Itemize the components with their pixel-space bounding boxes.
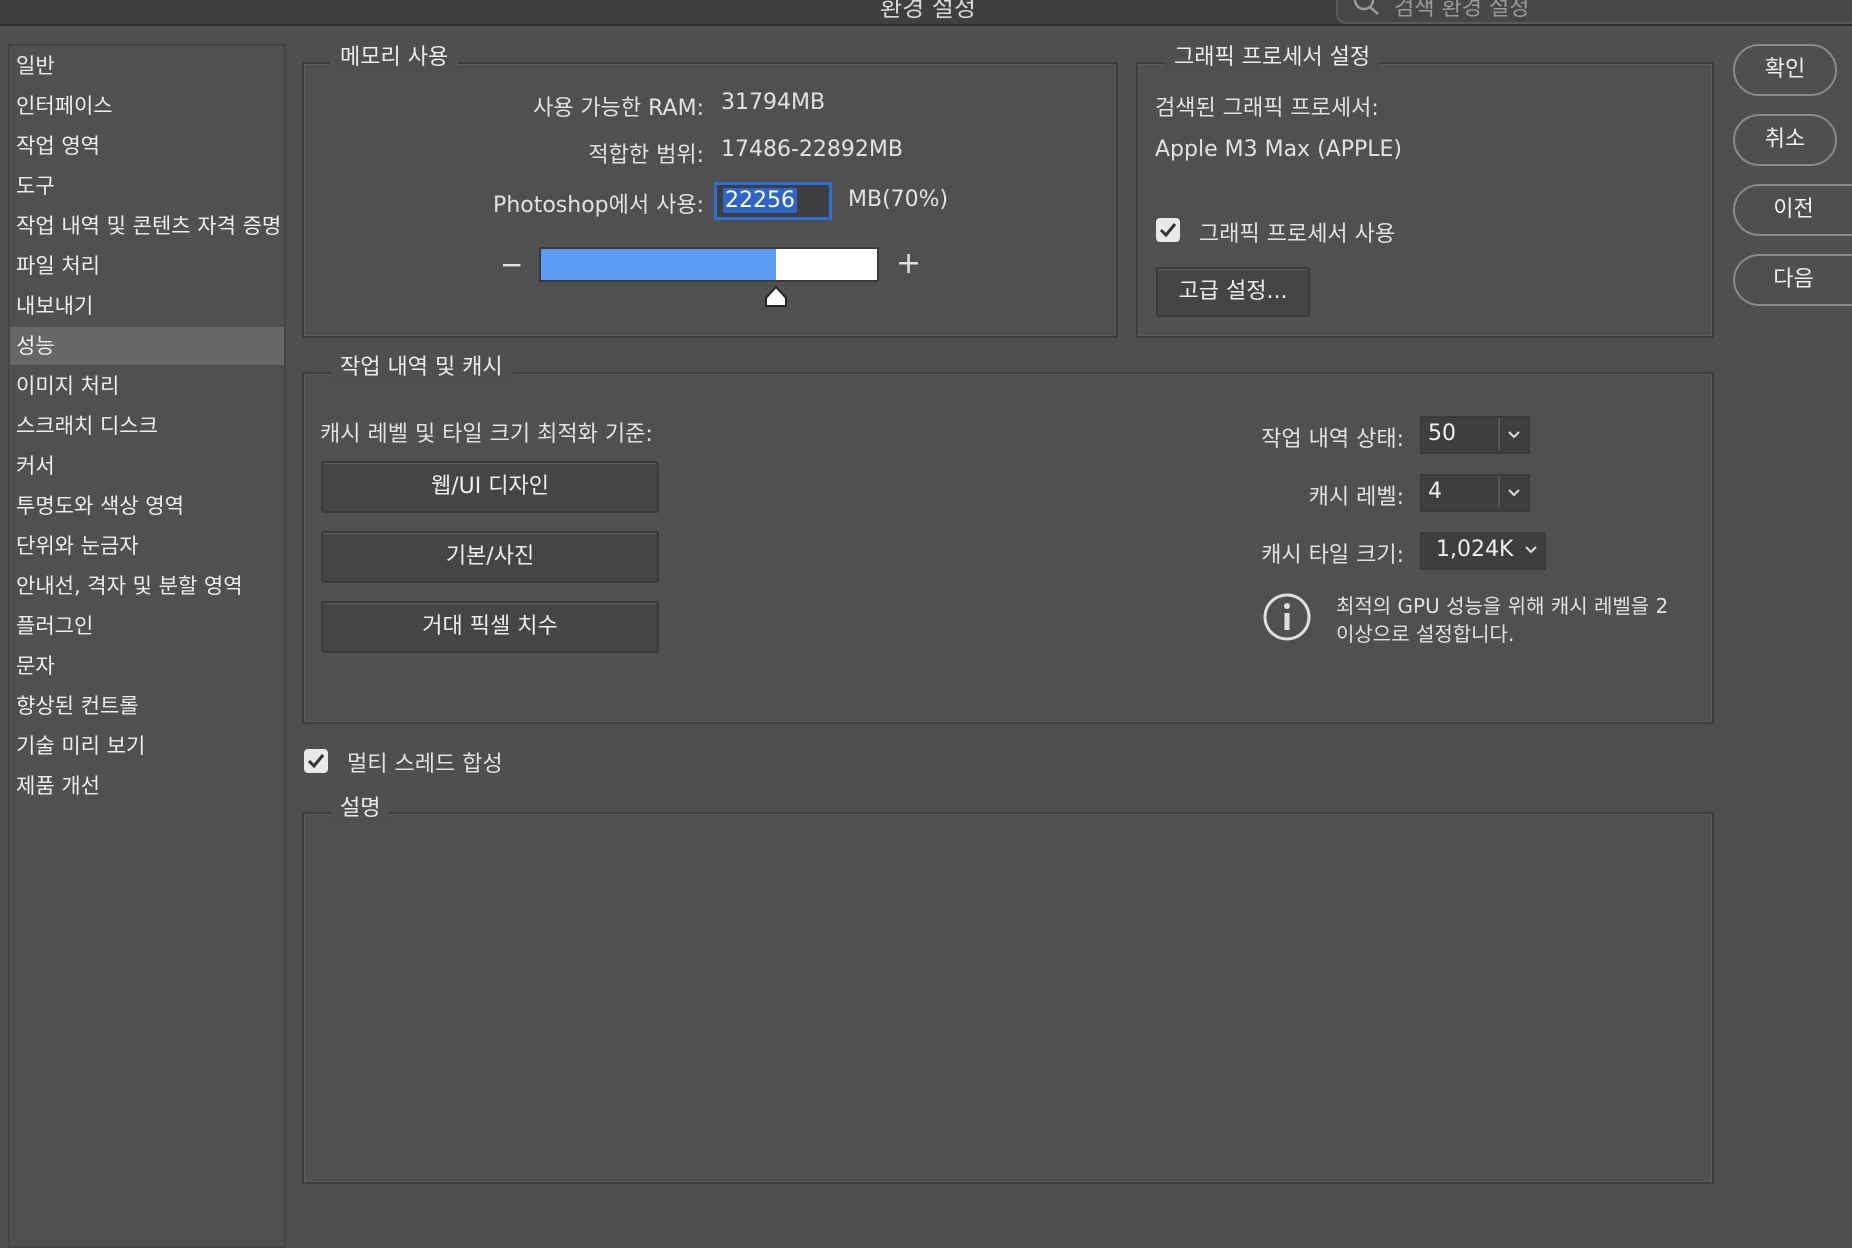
cache-levels-label: 캐시 레벨: xyxy=(1308,485,1404,510)
sidebar-item-file-handling[interactable]: 파일 처리 xyxy=(10,247,284,285)
memory-use-suffix: MB(70%) xyxy=(848,187,949,212)
next-button[interactable]: 다음 xyxy=(1733,254,1852,306)
available-ram-label: 사용 가능한 RAM: xyxy=(532,96,704,121)
memory-slider-fill xyxy=(541,249,776,280)
cache-tile-size-select[interactable]: 1,024K xyxy=(1420,532,1546,570)
sidebar-item-workspace[interactable]: 작업 영역 xyxy=(10,127,284,165)
cache-levels-select[interactable]: 4 xyxy=(1420,474,1530,512)
sidebar-item-scratch-disks[interactable]: 스크래치 디스크 xyxy=(10,407,284,445)
advanced-settings-button[interactable]: 고급 설정... xyxy=(1156,267,1310,317)
memory-use-input[interactable]: 22256 xyxy=(714,182,832,220)
description-group xyxy=(302,812,1714,1184)
search-field[interactable]: 검색 환경 설정 xyxy=(1336,0,1852,24)
sidebar-item-general[interactable]: 일반 xyxy=(10,47,284,85)
cache-tile-size-value: 1,024K xyxy=(1436,537,1514,562)
sidebar-item-guides-grid[interactable]: 안내선, 격자 및 분할 영역 xyxy=(10,567,284,605)
sidebar-item-tools[interactable]: 도구 xyxy=(10,167,284,205)
cache-levels-value: 4 xyxy=(1428,479,1442,504)
sidebar-item-cursors[interactable]: 커서 xyxy=(10,447,284,485)
cancel-button[interactable]: 취소 xyxy=(1733,114,1837,166)
multithread-checkbox[interactable] xyxy=(304,749,328,773)
cache-tile-size-label: 캐시 타일 크기: xyxy=(1261,543,1404,568)
history-states-label: 작업 내역 상태: xyxy=(1261,427,1404,452)
ok-button[interactable]: 확인 xyxy=(1733,44,1837,96)
memory-use-value: 22256 xyxy=(723,188,797,213)
memory-slider-track[interactable] xyxy=(539,247,879,282)
web-ui-design-button[interactable]: 웹/UI 디자인 xyxy=(321,461,659,513)
use-gpu-label: 그래픽 프로세서 사용 xyxy=(1199,222,1396,247)
description-legend: 설명 xyxy=(330,795,391,823)
ideal-range-label: 적합한 범위: xyxy=(588,143,704,168)
info-text-line-2: 이상으로 설정합니다. xyxy=(1336,622,1515,646)
sidebar-item-enhanced-controls[interactable]: 향상된 컨트롤 xyxy=(10,687,284,725)
chevron-down-icon xyxy=(1525,546,1537,554)
photoshop-use-label: Photoshop에서 사용: xyxy=(493,193,704,218)
title-bar: 환경 설정 검색 환경 설정 xyxy=(0,0,1852,26)
sidebar-item-history-credentials[interactable]: 작업 내역 및 콘텐츠 자격 증명 xyxy=(10,207,284,245)
info-icon xyxy=(1263,593,1311,641)
search-icon xyxy=(1353,0,1379,15)
detected-gpu-label: 검색된 그래픽 프로세서: xyxy=(1155,96,1379,121)
info-text-line-1: 최적의 GPU 성능을 위해 캐시 레벨을 2 xyxy=(1336,594,1669,618)
history-states-value: 50 xyxy=(1428,421,1456,446)
memory-slider-thumb[interactable] xyxy=(763,285,789,309)
chevron-down-icon xyxy=(1498,418,1528,450)
sidebar-item-image-processing[interactable]: 이미지 처리 xyxy=(10,367,284,405)
sidebar-item-transparency-gamut[interactable]: 투명도와 색상 영역 xyxy=(10,487,284,525)
preferences-sidebar: 일반 인터페이스 작업 영역 도구 작업 내역 및 콘텐츠 자격 증명 파일 처… xyxy=(8,44,286,1248)
multithread-label: 멀티 스레드 합성 xyxy=(347,752,503,777)
use-gpu-checkbox[interactable] xyxy=(1156,218,1180,242)
prev-button[interactable]: 이전 xyxy=(1733,184,1852,236)
chevron-down-icon xyxy=(1498,476,1528,508)
detected-gpu-value: Apple M3 Max (APPLE) xyxy=(1155,137,1402,162)
search-placeholder: 검색 환경 설정 xyxy=(1394,0,1530,21)
sidebar-item-type[interactable]: 문자 xyxy=(10,647,284,685)
checkmark-icon xyxy=(307,754,325,769)
history-states-select[interactable]: 50 xyxy=(1420,416,1530,454)
sidebar-item-units-rulers[interactable]: 단위와 눈금자 xyxy=(10,527,284,565)
decrease-memory-button[interactable]: − xyxy=(500,248,523,281)
memory-usage-legend: 메모리 사용 xyxy=(330,44,459,72)
increase-memory-button[interactable]: + xyxy=(896,246,921,281)
huge-pixel-button[interactable]: 거대 픽셀 치수 xyxy=(321,601,659,653)
gpu-settings-legend: 그래픽 프로세서 설정 xyxy=(1164,44,1381,72)
sidebar-item-technology-previews[interactable]: 기술 미리 보기 xyxy=(10,727,284,765)
sidebar-item-performance[interactable]: 성능 xyxy=(10,327,284,365)
available-ram-value: 31794MB xyxy=(721,90,826,115)
sidebar-item-product-improvement[interactable]: 제품 개선 xyxy=(10,767,284,805)
history-cache-legend: 작업 내역 및 캐시 xyxy=(330,354,513,382)
checkmark-icon xyxy=(1159,223,1177,238)
sidebar-item-interface[interactable]: 인터페이스 xyxy=(10,87,284,125)
sidebar-item-plugins[interactable]: 플러그인 xyxy=(10,607,284,645)
optimize-label: 캐시 레벨 및 타일 크기 최적화 기준: xyxy=(320,422,653,447)
sidebar-item-export[interactable]: 내보내기 xyxy=(10,287,284,325)
window-title: 환경 설정 xyxy=(880,0,976,22)
default-photo-button[interactable]: 기본/사진 xyxy=(321,531,659,583)
ideal-range-value: 17486-22892MB xyxy=(721,137,903,162)
